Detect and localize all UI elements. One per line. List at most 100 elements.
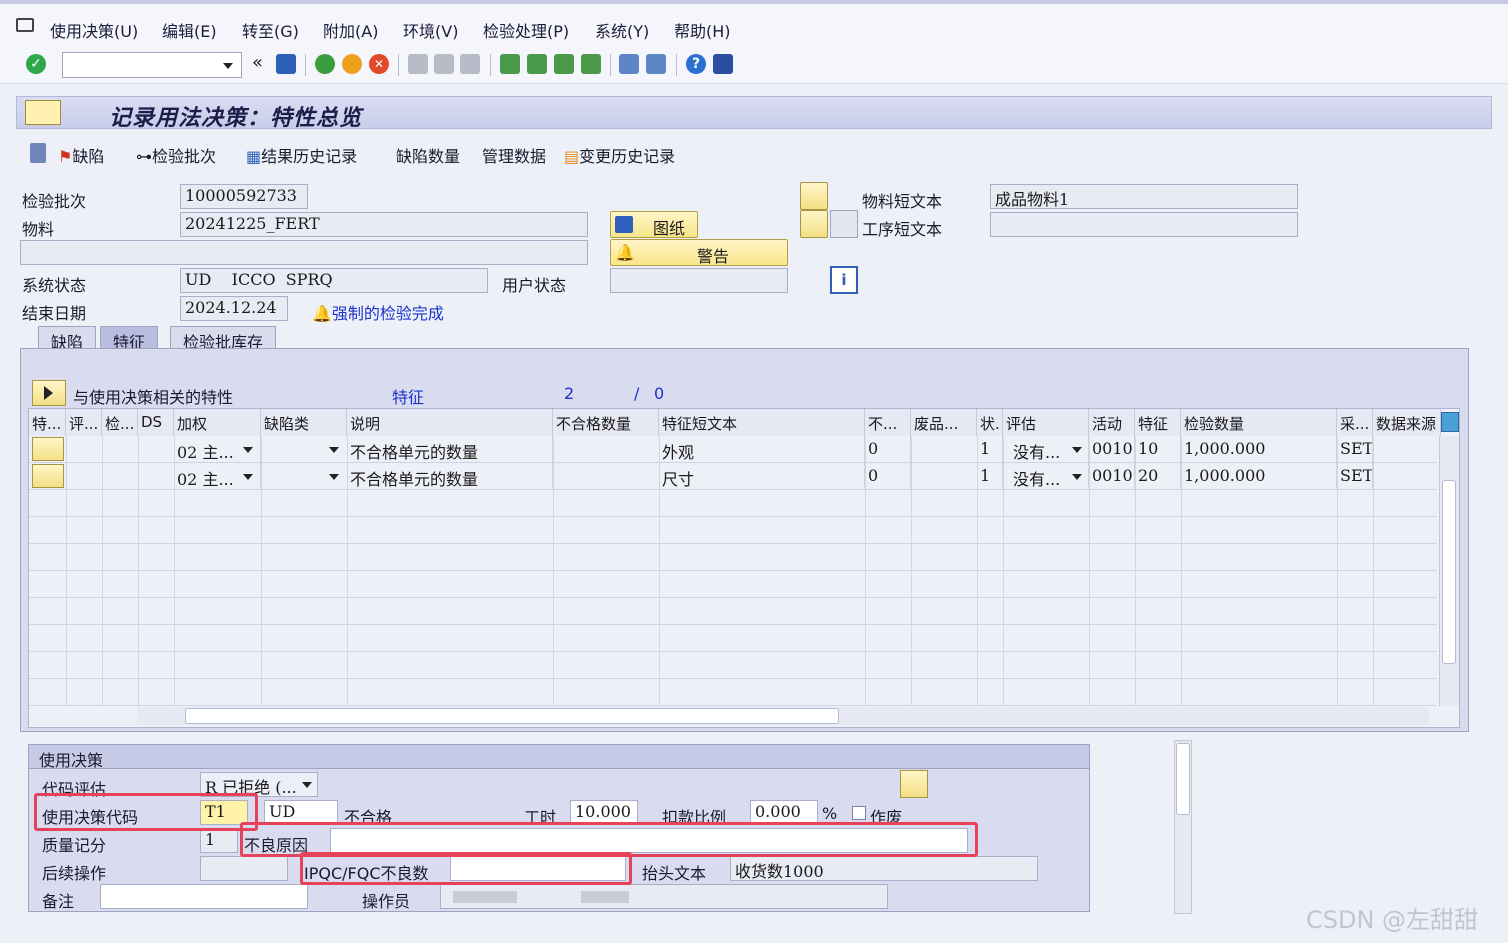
tab-lot-stock[interactable]: 检验批库存: [170, 326, 277, 352]
scrollbar-thumb[interactable]: [185, 708, 839, 724]
admin-data-button[interactable]: 管理数据: [482, 143, 546, 167]
col-header[interactable]: 加权: [174, 409, 261, 436]
warning-button[interactable]: 🔔 警告: [610, 239, 788, 266]
horizontal-scrollbar[interactable]: [137, 707, 1429, 725]
material-short-text-field[interactable]: 成品物料1: [990, 184, 1298, 209]
tab-defects[interactable]: 缺陷: [38, 326, 97, 352]
find-icon[interactable]: [434, 54, 454, 74]
magnifier-icon[interactable]: [32, 437, 64, 461]
col-header[interactable]: 特...: [29, 409, 66, 436]
chevron-down-icon[interactable]: [1072, 447, 1082, 453]
exit-icon[interactable]: [342, 54, 362, 74]
menu-edit[interactable]: 编辑(E): [162, 18, 217, 42]
scrollbar-thumb[interactable]: [1442, 480, 1456, 664]
characteristics-table: 特... 评... 检... DS 加权 缺陷类 说明 不合格数量 特征短文本 …: [28, 408, 1460, 728]
double-chevron-left-icon[interactable]: «: [252, 52, 263, 73]
col-header[interactable]: DS: [138, 409, 174, 436]
enter-check-icon[interactable]: ✓: [26, 54, 46, 74]
lot-label: 检验批次: [22, 192, 87, 211]
chevron-down-icon[interactable]: [329, 474, 339, 480]
watermark: CSDN @左甜甜: [1306, 906, 1479, 934]
menu-usage-decision[interactable]: 使用决策(U): [50, 18, 138, 42]
copy-icon[interactable]: [830, 210, 858, 238]
layout-menu-icon[interactable]: [713, 54, 733, 74]
edit-long-text-icon[interactable]: [900, 770, 928, 798]
material-field[interactable]: 20241225_FERT: [180, 212, 588, 237]
cancel-icon[interactable]: ✕: [369, 54, 389, 74]
void-checkbox[interactable]: [852, 806, 866, 820]
user-status-field[interactable]: [610, 268, 788, 293]
result-history-button[interactable]: ▦结果历史记录: [246, 143, 357, 167]
chevron-down-icon[interactable]: [329, 447, 339, 453]
calculator-icon[interactable]: [30, 143, 46, 163]
info-icon[interactable]: i: [830, 266, 858, 294]
operation-glasses-icon[interactable]: [800, 210, 828, 238]
back-icon[interactable]: [315, 54, 335, 74]
remark-input[interactable]: [100, 884, 308, 909]
chevron-down-icon[interactable]: [302, 782, 312, 788]
magnifier-icon[interactable]: [32, 464, 64, 488]
drawing-icon: [615, 216, 633, 233]
help-icon[interactable]: ?: [686, 54, 706, 74]
operator-field[interactable]: [440, 884, 888, 909]
inspection-lot-button[interactable]: ⊶检验批次: [136, 143, 216, 167]
next-page-icon[interactable]: [554, 54, 574, 74]
save-icon[interactable]: [276, 54, 296, 74]
last-page-icon[interactable]: [581, 54, 601, 74]
drawing-button[interactable]: 图纸: [610, 211, 698, 238]
defects-button[interactable]: ⚑缺陷: [58, 143, 104, 167]
tab-characteristics[interactable]: 特征: [100, 326, 159, 352]
chevron-down-icon[interactable]: [1072, 474, 1082, 480]
chevron-down-icon[interactable]: [243, 447, 253, 453]
menu-help[interactable]: 帮助(H): [674, 18, 731, 42]
col-header[interactable]: 不...: [865, 409, 911, 436]
previous-page-icon[interactable]: [527, 54, 547, 74]
end-date-field[interactable]: 2024.12.24: [180, 296, 288, 321]
material-glasses-icon[interactable]: [800, 182, 828, 210]
decision-scrollbar[interactable]: [1174, 740, 1192, 914]
menu-environment[interactable]: 环境(V): [403, 18, 458, 42]
col-header[interactable]: 评估: [1003, 409, 1089, 436]
chevron-down-icon[interactable]: [243, 474, 253, 480]
menu-system[interactable]: 系统(Y): [595, 18, 649, 42]
score-field[interactable]: 1: [200, 828, 238, 853]
new-session-icon[interactable]: [619, 54, 639, 74]
operation-short-text-field[interactable]: [990, 212, 1298, 237]
col-header[interactable]: 评...: [66, 409, 102, 436]
follow-up-field[interactable]: [200, 856, 288, 881]
table-row[interactable]: 02 主... 不合格单元的数量 尺寸 0 1 没有... 0010 20 1,…: [29, 463, 1437, 490]
col-header[interactable]: 缺陷类: [261, 409, 347, 436]
first-page-icon[interactable]: [500, 54, 520, 74]
find-next-icon[interactable]: [460, 54, 480, 74]
col-header[interactable]: 特征短文本: [659, 409, 865, 436]
defect-quantity-button[interactable]: 缺陷数量: [396, 143, 460, 167]
print-icon[interactable]: [408, 54, 428, 74]
menu-goto[interactable]: 转至(G): [242, 18, 299, 42]
system-status-field[interactable]: UD ICCO SPRQ: [180, 268, 488, 293]
material-description-field[interactable]: [20, 240, 588, 265]
table-row[interactable]: 02 主... 不合格单元的数量 外观 0 1 没有... 0010 10 1,…: [29, 436, 1437, 463]
head-text-field[interactable]: 收货数1000: [730, 856, 1038, 881]
forced-completion-link[interactable]: 🔔强制的检验完成: [312, 300, 444, 324]
lot-field[interactable]: 10000592733: [180, 184, 308, 209]
col-header[interactable]: 废品...: [911, 409, 977, 436]
col-header[interactable]: 活动: [1089, 409, 1135, 436]
col-header[interactable]: 检验数量: [1181, 409, 1337, 436]
col-header[interactable]: 状.: [977, 409, 1003, 436]
change-history-button[interactable]: ▤变更历史记录: [564, 143, 675, 167]
col-header[interactable]: 数据来源: [1373, 409, 1441, 436]
expand-button[interactable]: [32, 380, 66, 406]
menu-extras[interactable]: 附加(A): [323, 18, 378, 42]
table-settings-icon[interactable]: [1441, 412, 1459, 432]
col-header[interactable]: 采...: [1337, 409, 1373, 436]
app-menu-icon[interactable]: [16, 18, 34, 32]
vertical-scrollbar[interactable]: [1439, 436, 1459, 706]
scrollbar-thumb[interactable]: [1176, 743, 1190, 815]
col-header[interactable]: 不合格数量: [553, 409, 659, 436]
command-field[interactable]: [62, 52, 242, 78]
col-header[interactable]: 检...: [102, 409, 138, 436]
col-header[interactable]: 说明: [347, 409, 553, 436]
menu-inspection-processing[interactable]: 检验处理(P): [483, 18, 569, 42]
col-header[interactable]: 特征: [1135, 409, 1181, 436]
shortcut-icon[interactable]: [646, 54, 666, 74]
